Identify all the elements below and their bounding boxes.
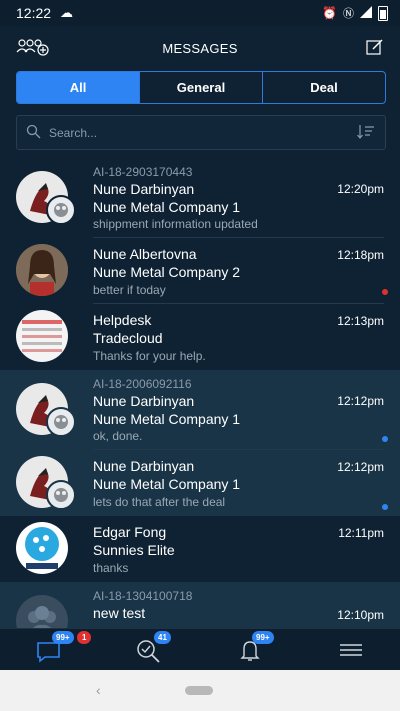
status-icons: ⏰ Ⓝ <box>322 5 388 21</box>
company-avatar <box>46 195 76 225</box>
home-pill[interactable] <box>185 686 213 695</box>
system-nav-bar: ‹ <box>0 670 400 711</box>
search-count-badge: 41 <box>154 631 171 644</box>
status-bar: 12:22 ☁ ⏰ Ⓝ <box>0 0 400 26</box>
message-row[interactable]: Edgar Fong Sunnies Elite thanks 12:11pm <box>0 516 400 582</box>
company-name: Nune Metal Company 2 <box>93 264 241 280</box>
tab-deal[interactable]: Deal <box>263 72 385 103</box>
status-time: 12:22 <box>16 5 52 21</box>
messages-count-badge: 99+ <box>52 631 74 644</box>
page-title: MESSAGES <box>162 41 238 56</box>
app-bar: MESSAGES <box>0 26 400 70</box>
message-time: 12:12pm <box>337 460 384 474</box>
search-input[interactable] <box>47 122 351 144</box>
tab-all[interactable]: All <box>17 72 140 103</box>
message-time: 12:13pm <box>337 314 384 328</box>
contact-name: Nune Albertovna <box>93 246 197 262</box>
signal-icon <box>360 5 372 21</box>
message-preview: better if today <box>93 283 166 297</box>
compose-icon[interactable] <box>366 38 384 61</box>
company-avatar <box>46 407 76 437</box>
message-time: 12:20pm <box>337 182 384 196</box>
message-preview: thanks <box>93 561 129 575</box>
unread-indicator <box>382 289 388 295</box>
message-row[interactable]: AI-18-2903170443 Nune Darbinyan Nune Met… <box>0 158 400 238</box>
battery-icon <box>378 5 388 21</box>
nav-menu[interactable] <box>336 637 366 663</box>
company-name: Tradecloud <box>93 330 163 346</box>
message-preview: ok, done. <box>93 429 143 443</box>
message-row[interactable]: AI-18-2006092116 Nune Darbinyan Nune Met… <box>0 370 400 450</box>
message-list: AI-18-2903170443 Nune Darbinyan Nune Met… <box>0 158 400 628</box>
cloud-icon: ☁ <box>60 5 73 20</box>
alert-badge: 1 <box>77 631 92 644</box>
unread-indicator <box>382 504 388 510</box>
bottom-nav: 99+ 1 41 99+ <box>0 628 400 671</box>
company-name: Nune Metal Company 1 <box>93 476 241 492</box>
deal-tag: AI-18-2903170443 <box>93 165 193 179</box>
message-time: 12:12pm <box>337 394 384 408</box>
message-row[interactable]: Helpdesk Tradecloud Thanks for your help… <box>0 304 400 370</box>
message-preview: Thanks for your help. <box>93 349 206 363</box>
back-icon[interactable]: ‹ <box>96 682 101 698</box>
hamburger-menu-icon <box>340 644 362 656</box>
alarm-icon: ⏰ <box>322 6 337 20</box>
contact-name: Nune Darbinyan <box>93 458 195 474</box>
notification-count-badge: 99+ <box>252 631 274 644</box>
message-time: 12:10pm <box>337 608 384 622</box>
unread-indicator <box>382 436 388 442</box>
group-avatar-icon <box>16 595 68 628</box>
message-time: 12:11pm <box>338 526 384 540</box>
contact-name: Nune Darbinyan <box>93 181 195 197</box>
company-avatar <box>46 480 76 510</box>
message-preview: lets do that after the deal <box>93 495 226 509</box>
avatar <box>16 244 68 296</box>
contact-name: Edgar Fong <box>93 524 167 540</box>
message-row[interactable]: Nune Darbinyan Nune Metal Company 1 lets… <box>0 450 400 516</box>
contact-name: Nune Darbinyan <box>93 393 195 409</box>
nfc-icon: Ⓝ <box>343 8 354 20</box>
message-row[interactable]: AI-18-1304100718 new test 12:10pm <box>0 582 400 628</box>
deal-tag: AI-18-1304100718 <box>93 589 193 603</box>
deal-tag: AI-18-2006092116 <box>93 377 192 391</box>
message-time: 12:18pm <box>337 248 384 262</box>
company-name: Nune Metal Company 1 <box>93 411 241 427</box>
company-name: Nune Metal Company 1 <box>93 199 241 215</box>
contact-name: Helpdesk <box>93 312 152 328</box>
message-preview: shippment information updated <box>93 217 258 231</box>
search-bar <box>16 115 386 150</box>
message-row[interactable]: Nune Albertovna Nune Metal Company 2 bet… <box>0 238 400 304</box>
sort-icon[interactable] <box>357 124 375 145</box>
avatar <box>16 310 68 362</box>
search-icon <box>26 124 41 144</box>
message-filter-tabs: All General Deal <box>16 71 386 104</box>
company-name: Sunnies Elite <box>93 542 175 558</box>
tab-general[interactable]: General <box>140 72 263 103</box>
avatar <box>16 522 68 574</box>
contact-name: new test <box>93 605 146 621</box>
